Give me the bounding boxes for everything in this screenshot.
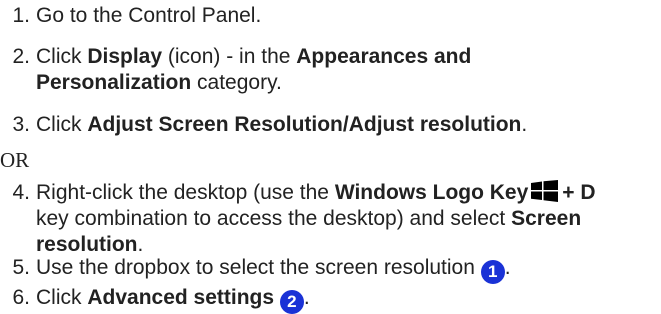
display-term: Display: [87, 45, 163, 68]
or-separator: OR: [0, 148, 30, 172]
step-number: 3.: [12, 113, 30, 136]
step-text: Use the dropbox to select the screen res…: [36, 255, 655, 284]
step-number: 2.: [12, 45, 30, 68]
instructions-page: 1. Go to the Control Panel. 2. Click Dis…: [0, 0, 661, 314]
step-text: Click Adjust Screen Resolution/Adjust re…: [36, 113, 528, 136]
callout-badge-2: 2: [279, 290, 304, 314]
step-number: 1.: [12, 4, 30, 27]
windows-logo-key-term: Windows Logo Key: [334, 181, 529, 204]
resolution-term: resolution: [36, 233, 138, 256]
step-text: Click Advanced settings 2.: [36, 285, 655, 314]
step-text: Go to the Control Panel.: [36, 4, 262, 27]
step-text: Right-click the desktop (use the Windows…: [36, 180, 596, 256]
step-text: Click Display (icon) - in the Appearance…: [36, 45, 472, 94]
callout-badge-1: 1: [480, 260, 505, 284]
category-term: Appearances and: [296, 45, 472, 68]
screen-term: Screen: [511, 207, 582, 230]
step-number: 6.: [12, 286, 30, 309]
adjust-resolution-term: Adjust Screen Resolution/Adjust resoluti…: [87, 113, 522, 136]
category-term-2: Personalization: [36, 71, 192, 94]
windows-logo-icon: [531, 180, 559, 202]
step-number: 5.: [12, 256, 30, 279]
step-number: 4.: [12, 181, 30, 204]
key-combo: + D: [562, 181, 596, 204]
advanced-settings-term: Advanced settings: [87, 286, 275, 309]
